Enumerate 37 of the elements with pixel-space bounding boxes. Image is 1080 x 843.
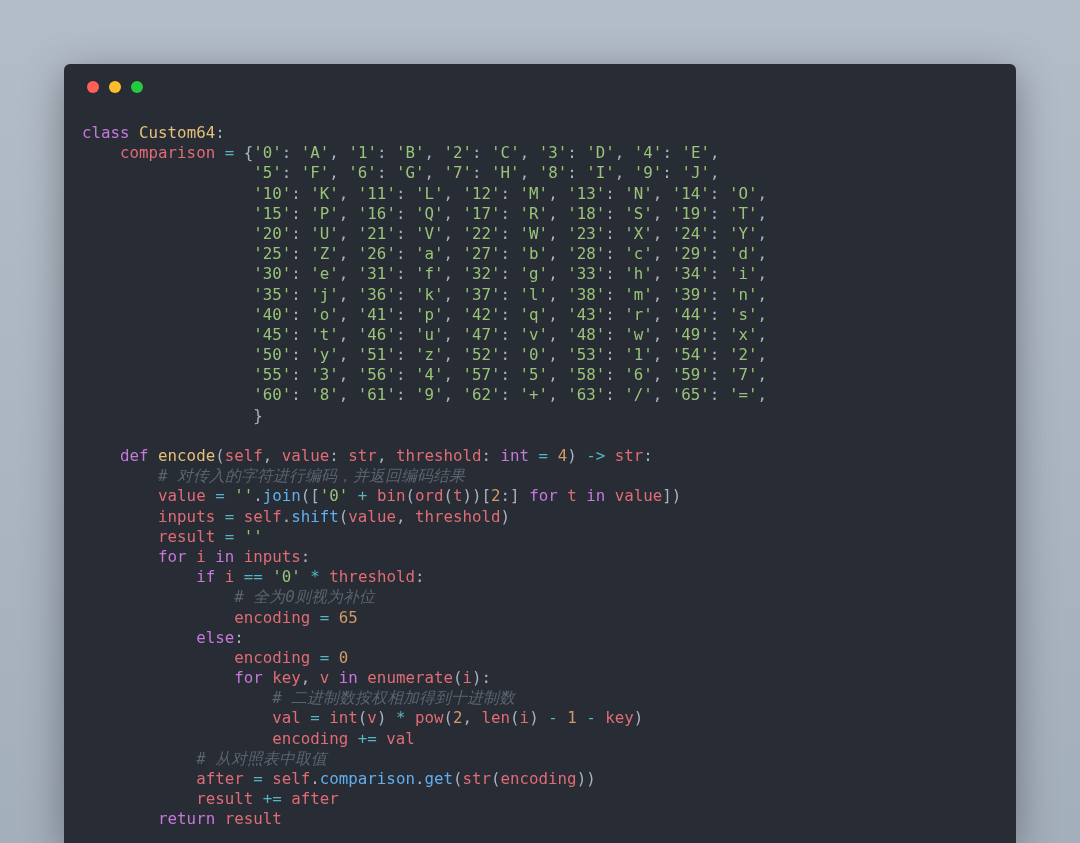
code-comment: # 二进制数按权相加得到十进制数 bbox=[271, 688, 516, 709]
code-line: if i == '0' * threshold: bbox=[195, 567, 425, 588]
code-line: encoding = 65 bbox=[233, 607, 358, 628]
code-line: '55': '3', '56': '4', '57': '5', '58': '6', '59': '7', bbox=[252, 365, 767, 386]
code-line: else: bbox=[195, 627, 244, 648]
code-line: '40': 'o', '41': 'p', '42': 'q', '43': 'r', '44': 's', bbox=[252, 304, 767, 325]
code-line: '10': 'K', '11': 'L', '12': 'M', '13': 'N', '14': 'O', bbox=[252, 183, 767, 204]
code-line: def encode(self, value: str, threshold: int = 4) -> str: bbox=[119, 446, 653, 467]
code-line: result = '' bbox=[157, 526, 263, 547]
code-line: val = int(v) * pow(2, len(i) - 1 - key) bbox=[271, 708, 644, 729]
code-line: encoding = 0 bbox=[233, 647, 349, 669]
code-line: '45': 't', '46': 'u', '47': 'v', '48': 'w', '49': 'x', bbox=[252, 324, 767, 346]
code-comment: # 从对照表中取值 bbox=[195, 748, 328, 769]
code-comment: # 对传入的字符进行编码，并返回编码结果 bbox=[157, 466, 466, 487]
code-line: for key, v in enumerate(i): bbox=[233, 668, 491, 689]
code-line: after = self.comparison.get(str(encoding)) bbox=[195, 769, 596, 790]
window-control-dot[interactable] bbox=[87, 81, 99, 93]
code-line: comparison = {'0': 'A', '1': 'B', '2': 'C', '3': 'D', '4': 'E', bbox=[119, 143, 720, 164]
code-line: '35': 'j', '36': 'k', '37': 'l', '38': 'm', '39': 'n', bbox=[252, 284, 767, 305]
window-control-dot[interactable] bbox=[109, 81, 121, 93]
code-line: '30': 'e', '31': 'f', '32': 'g', '33': 'h', '34': 'i', bbox=[252, 264, 767, 285]
code-line: value = ''.join(['0' + bin(ord(t))[2:] for t in value]) bbox=[157, 486, 682, 507]
code-line: class Custom64: bbox=[82, 123, 225, 144]
code-line: '50': 'y', '51': 'z', '52': '0', '53': '1', '54': '2', bbox=[252, 345, 767, 366]
code-line: '25': 'Z', '26': 'a', '27': 'b', '28': 'c', '29': 'd', bbox=[252, 244, 767, 265]
code-line: return result bbox=[157, 809, 282, 830]
code-comment: # 全为0则视为补位 bbox=[233, 587, 375, 608]
window-control-dot[interactable] bbox=[131, 81, 143, 93]
code-line: '5': 'F', '6': 'G', '7': 'H', '8': 'I', '9': 'J', bbox=[252, 163, 720, 184]
code-line: '60': '8', '61': '9', '62': '+', '63': '/', '65': '=', bbox=[252, 385, 767, 406]
code-line: '15': 'P', '16': 'Q', '17': 'R', '18': 'S', '19': 'T', bbox=[252, 203, 767, 224]
code-line: } bbox=[252, 405, 263, 426]
code-line: '20': 'U', '21': 'V', '22': 'W', '23': 'X', '24': 'Y', bbox=[252, 223, 767, 245]
code-line: result += after bbox=[195, 789, 339, 810]
code-line: for i in inputs: bbox=[157, 546, 311, 568]
code-line: encoding += val bbox=[271, 728, 415, 749]
code-line: inputs = self.shift(value, threshold) bbox=[157, 506, 511, 527]
